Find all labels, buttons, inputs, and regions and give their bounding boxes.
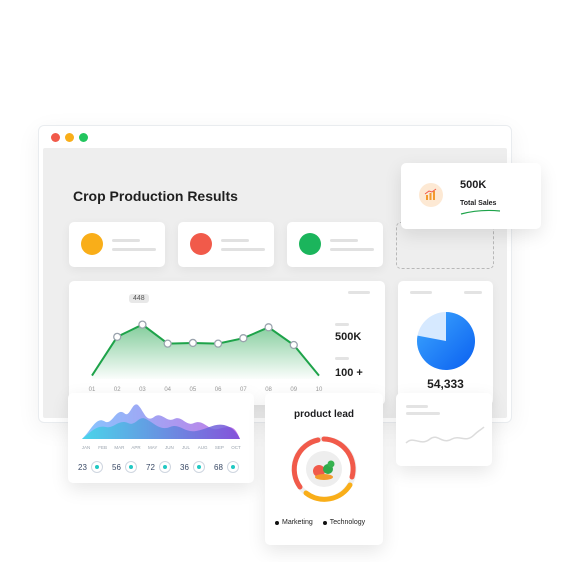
line-chart-point[interactable] — [188, 338, 198, 348]
stat-card-yellow[interactable] — [69, 222, 165, 267]
kpi-value: 68 — [214, 462, 223, 472]
kpi-value: 36 — [180, 462, 189, 472]
total-sales-card[interactable]: 500K Total Sales — [401, 163, 541, 229]
line-chart-stat-2: 100 + — [335, 367, 363, 379]
legend-item-technology: Technology — [322, 519, 365, 526]
line-chart-stat-1: 500K — [335, 331, 362, 343]
area-chart-x-label: JUN — [165, 445, 174, 450]
area-chart-x-label: JAN — [82, 445, 91, 450]
kpi-value: 72 — [146, 462, 155, 472]
card-placeholder — [406, 405, 428, 408]
stat-indicator-icon — [299, 233, 321, 255]
card-placeholder — [348, 291, 370, 294]
stat-placeholder — [335, 357, 349, 360]
product-lead-card: product lead Marketing Technology — [265, 393, 383, 545]
product-lead-title: product lead — [293, 409, 354, 420]
kpi-value: 23 — [78, 462, 87, 472]
kpi-item[interactable]: 68 — [214, 461, 239, 473]
window-titlebar — [39, 126, 511, 148]
kpi-status-icon — [158, 461, 171, 473]
kpi-item[interactable]: 56 — [112, 461, 137, 473]
kpi-item[interactable]: 23 — [78, 461, 103, 473]
wave-line — [405, 426, 485, 444]
kpi-item[interactable]: 72 — [146, 461, 171, 473]
card-placeholder — [406, 412, 440, 415]
line-chart-point[interactable] — [138, 320, 147, 329]
card-placeholder — [410, 291, 432, 294]
area-chart-x-label: OCT — [231, 445, 241, 450]
empty-card-slot[interactable] — [396, 222, 494, 269]
close-window-button[interactable] — [51, 133, 60, 142]
area-chart-x-label: SEP — [215, 445, 224, 450]
sales-chart-icon — [419, 183, 443, 207]
stat-placeholder — [221, 239, 249, 242]
product-lead-donut — [291, 436, 357, 502]
line-chart-point[interactable] — [264, 323, 273, 332]
kpi-value: 56 — [112, 462, 121, 472]
wave-card — [396, 393, 492, 466]
line-chart-point[interactable] — [113, 332, 122, 341]
area-chart-x-label: APR — [131, 445, 141, 450]
page-title: Crop Production Results — [73, 188, 238, 204]
kpi-status-icon — [124, 461, 137, 473]
maximize-window-button[interactable] — [79, 133, 88, 142]
stat-placeholder — [112, 239, 140, 242]
kpi-item[interactable]: 36 — [180, 461, 205, 473]
chart-tooltip: 448 — [129, 294, 149, 303]
legend-item-marketing: Marketing — [275, 519, 313, 526]
kpi-status-icon — [90, 461, 103, 473]
area-chart-x-label: JUL — [182, 445, 190, 450]
line-chart-point[interactable] — [289, 340, 298, 350]
line-chart-point[interactable] — [213, 339, 223, 348]
stat-card-green[interactable] — [287, 222, 383, 267]
line-chart-point[interactable] — [239, 334, 248, 343]
total-sales-label: Total Sales — [460, 200, 497, 207]
area-chart-x-label: MAY — [148, 445, 157, 450]
line-chart: 01 02 03 04 05 06 07 08 09 10 — [89, 320, 323, 393]
pie-chart-card: 54,333 — [398, 281, 493, 405]
kpi-status-icon — [226, 461, 239, 473]
area-chart-x-label: FEB — [98, 445, 107, 450]
line-chart-point[interactable] — [163, 339, 172, 348]
stat-placeholder — [330, 248, 374, 251]
area-chart: JAN FEB MAR APR MAY JUN JUL AUG SEP OCT — [82, 404, 241, 450]
kpi-status-icon — [192, 461, 205, 473]
total-sales-value: 500K — [460, 179, 487, 191]
minimize-window-button[interactable] — [65, 133, 74, 142]
card-placeholder — [464, 291, 482, 294]
area-chart-x-label: MAR — [114, 445, 125, 450]
sales-underline-icon — [460, 209, 501, 215]
line-chart-card: 01 02 03 04 05 06 07 08 09 10 448 500K 100 + — [69, 281, 385, 405]
stat-indicator-icon — [190, 233, 212, 255]
stat-indicator-icon — [81, 233, 103, 255]
kpi-row: 23 56 72 36 68 — [78, 461, 248, 475]
product-lead-legend: Marketing Technology — [275, 519, 375, 526]
area-chart-x-label: AUG — [198, 445, 208, 450]
stat-placeholder — [335, 323, 349, 326]
stat-placeholder — [112, 248, 156, 251]
stat-placeholder — [221, 248, 265, 251]
stat-card-red[interactable] — [178, 222, 274, 267]
donut-segment-yellow — [303, 482, 353, 502]
pie-chart — [417, 312, 475, 370]
pie-chart-value: 54,333 — [427, 377, 464, 391]
stat-placeholder — [330, 239, 358, 242]
area-chart-card: JAN FEB MAR APR MAY JUN JUL AUG SEP OCT 23 56 72 36 6… — [68, 393, 254, 483]
